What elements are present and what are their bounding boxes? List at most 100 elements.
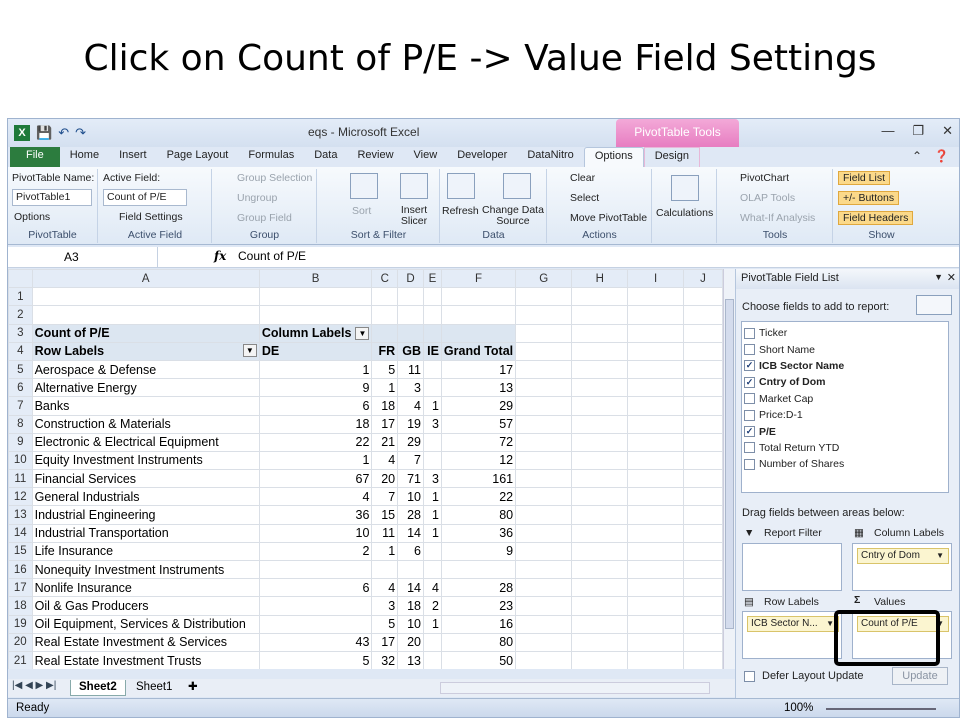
tab-options[interactable]: Options: [583, 147, 644, 167]
tab-data[interactable]: Data: [304, 147, 347, 167]
column-header[interactable]: A: [31, 269, 260, 289]
row-header[interactable]: 6: [8, 378, 33, 398]
cell-e[interactable]: [422, 632, 442, 652]
cell-j[interactable]: [682, 341, 723, 361]
cell-h[interactable]: [571, 614, 629, 634]
cell-i[interactable]: [627, 632, 684, 652]
cell-g[interactable]: [515, 650, 573, 669]
cell-c[interactable]: 5: [371, 359, 399, 380]
cell-i[interactable]: [627, 505, 684, 525]
cell-a[interactable]: Nonequity Investment Instruments: [31, 559, 260, 580]
sheet-nav-arrows-icon[interactable]: |◀ ◀ ▶ ▶|: [12, 680, 56, 691]
cell-e[interactable]: [422, 359, 442, 380]
cell-a[interactable]: Industrial Engineering: [31, 505, 260, 525]
row-header[interactable]: 14: [8, 523, 33, 543]
name-box[interactable]: A3: [8, 247, 158, 267]
cell-d[interactable]: 14: [397, 523, 424, 543]
cell-c[interactable]: 11: [371, 523, 399, 543]
cell-b[interactable]: 5: [258, 650, 373, 669]
cell-e[interactable]: 1: [422, 614, 442, 634]
tab-formulas[interactable]: Formulas: [238, 147, 304, 167]
sort-az-icon[interactable]: [350, 173, 378, 199]
tab-page-layout[interactable]: Page Layout: [157, 147, 239, 167]
cell-f[interactable]: 17: [440, 359, 517, 380]
icb-sector-chip[interactable]: ICB Sector N... ▼: [747, 616, 839, 632]
column-labels-area[interactable]: Cntry of Dom ▼: [852, 543, 952, 591]
cell-b[interactable]: [258, 614, 373, 634]
cell-g[interactable]: [515, 359, 573, 380]
cell-i[interactable]: [627, 614, 684, 634]
cell-b[interactable]: 1: [258, 450, 373, 471]
field-list-toggle[interactable]: Field List: [838, 171, 891, 185]
layout-options-icon[interactable]: [916, 295, 952, 315]
cell-b[interactable]: 43: [258, 632, 373, 652]
row-header[interactable]: 12: [8, 487, 33, 507]
cell-e[interactable]: 3: [422, 469, 442, 489]
cell-i[interactable]: [627, 396, 684, 416]
cell-d[interactable]: 4: [397, 396, 424, 416]
cell-i[interactable]: [627, 541, 684, 562]
column-header[interactable]: D: [397, 269, 424, 289]
row-header[interactable]: 21: [8, 650, 33, 669]
cell-d[interactable]: 3: [397, 378, 424, 398]
cell-g[interactable]: [515, 487, 573, 507]
cell-a[interactable]: Alternative Energy: [31, 378, 260, 398]
cell-j[interactable]: [682, 614, 723, 634]
cell-c[interactable]: [371, 305, 399, 325]
cell-g[interactable]: [515, 450, 573, 471]
cell-i[interactable]: [627, 650, 684, 669]
cell-h[interactable]: [571, 596, 629, 616]
field-item[interactable]: ✓ ICB Sector Name: [744, 358, 946, 374]
column-header[interactable]: I: [627, 269, 684, 289]
cell-a[interactable]: Aerospace & Defense: [31, 359, 260, 380]
field-checkbox[interactable]: [744, 393, 755, 405]
cell-c[interactable]: 17: [371, 632, 399, 652]
cell-c[interactable]: 32: [371, 650, 399, 669]
tab-review[interactable]: Review: [347, 147, 403, 167]
vertical-scrollbar[interactable]: [723, 269, 735, 669]
cell-e[interactable]: 1: [422, 523, 442, 543]
cell-e[interactable]: 1: [422, 505, 442, 525]
cell-b[interactable]: 6: [258, 396, 373, 416]
cell-a[interactable]: Financial Services: [31, 469, 260, 489]
cell-e[interactable]: [422, 559, 442, 580]
new-sheet-icon[interactable]: ✚: [180, 680, 206, 696]
cell-f[interactable]: 9: [440, 541, 517, 562]
active-field-input[interactable]: Count of P/E: [103, 189, 187, 206]
cell-j[interactable]: [682, 469, 723, 489]
cell-f[interactable]: [440, 287, 517, 307]
cell-c[interactable]: [371, 559, 399, 580]
cell-e[interactable]: 1: [422, 487, 442, 507]
cell-c[interactable]: 21: [371, 432, 399, 452]
clear-button[interactable]: Clear: [570, 172, 595, 184]
cell-d[interactable]: 29: [397, 432, 424, 452]
cell-i[interactable]: [627, 487, 684, 507]
cell-a[interactable]: Real Estate Investment & Services: [31, 632, 260, 652]
cell-j[interactable]: [682, 650, 723, 669]
cell-b[interactable]: [258, 559, 373, 580]
cell-g[interactable]: [515, 469, 573, 489]
formula-input[interactable]: Count of P/E: [238, 249, 306, 263]
cell-g[interactable]: [515, 396, 573, 416]
vertical-scroll-thumb[interactable]: [725, 299, 734, 629]
row-header[interactable]: 20: [8, 632, 33, 652]
what-if-button[interactable]: What-If Analysis: [740, 212, 815, 224]
cell-h[interactable]: [571, 487, 629, 507]
cell-c[interactable]: 18: [371, 396, 399, 416]
column-header[interactable]: H: [571, 269, 629, 289]
cell-h[interactable]: [571, 523, 629, 543]
undo-icon[interactable]: ↶: [58, 125, 69, 141]
calculations-button[interactable]: Calculations: [656, 207, 713, 219]
cell-b[interactable]: 10: [258, 523, 373, 543]
cell-h[interactable]: [571, 469, 629, 489]
cell-j[interactable]: [682, 559, 723, 580]
select-all-corner[interactable]: [8, 269, 33, 289]
cell-f[interactable]: 22: [440, 487, 517, 507]
redo-icon[interactable]: ↷: [75, 125, 86, 141]
cell-f[interactable]: [440, 323, 517, 343]
defer-layout-checkbox[interactable]: [744, 671, 755, 682]
cell-i[interactable]: [627, 323, 684, 343]
cell-h[interactable]: [571, 341, 629, 361]
cell-a[interactable]: Row Labels ▼: [31, 341, 260, 361]
field-item[interactable]: Market Cap: [744, 391, 946, 407]
